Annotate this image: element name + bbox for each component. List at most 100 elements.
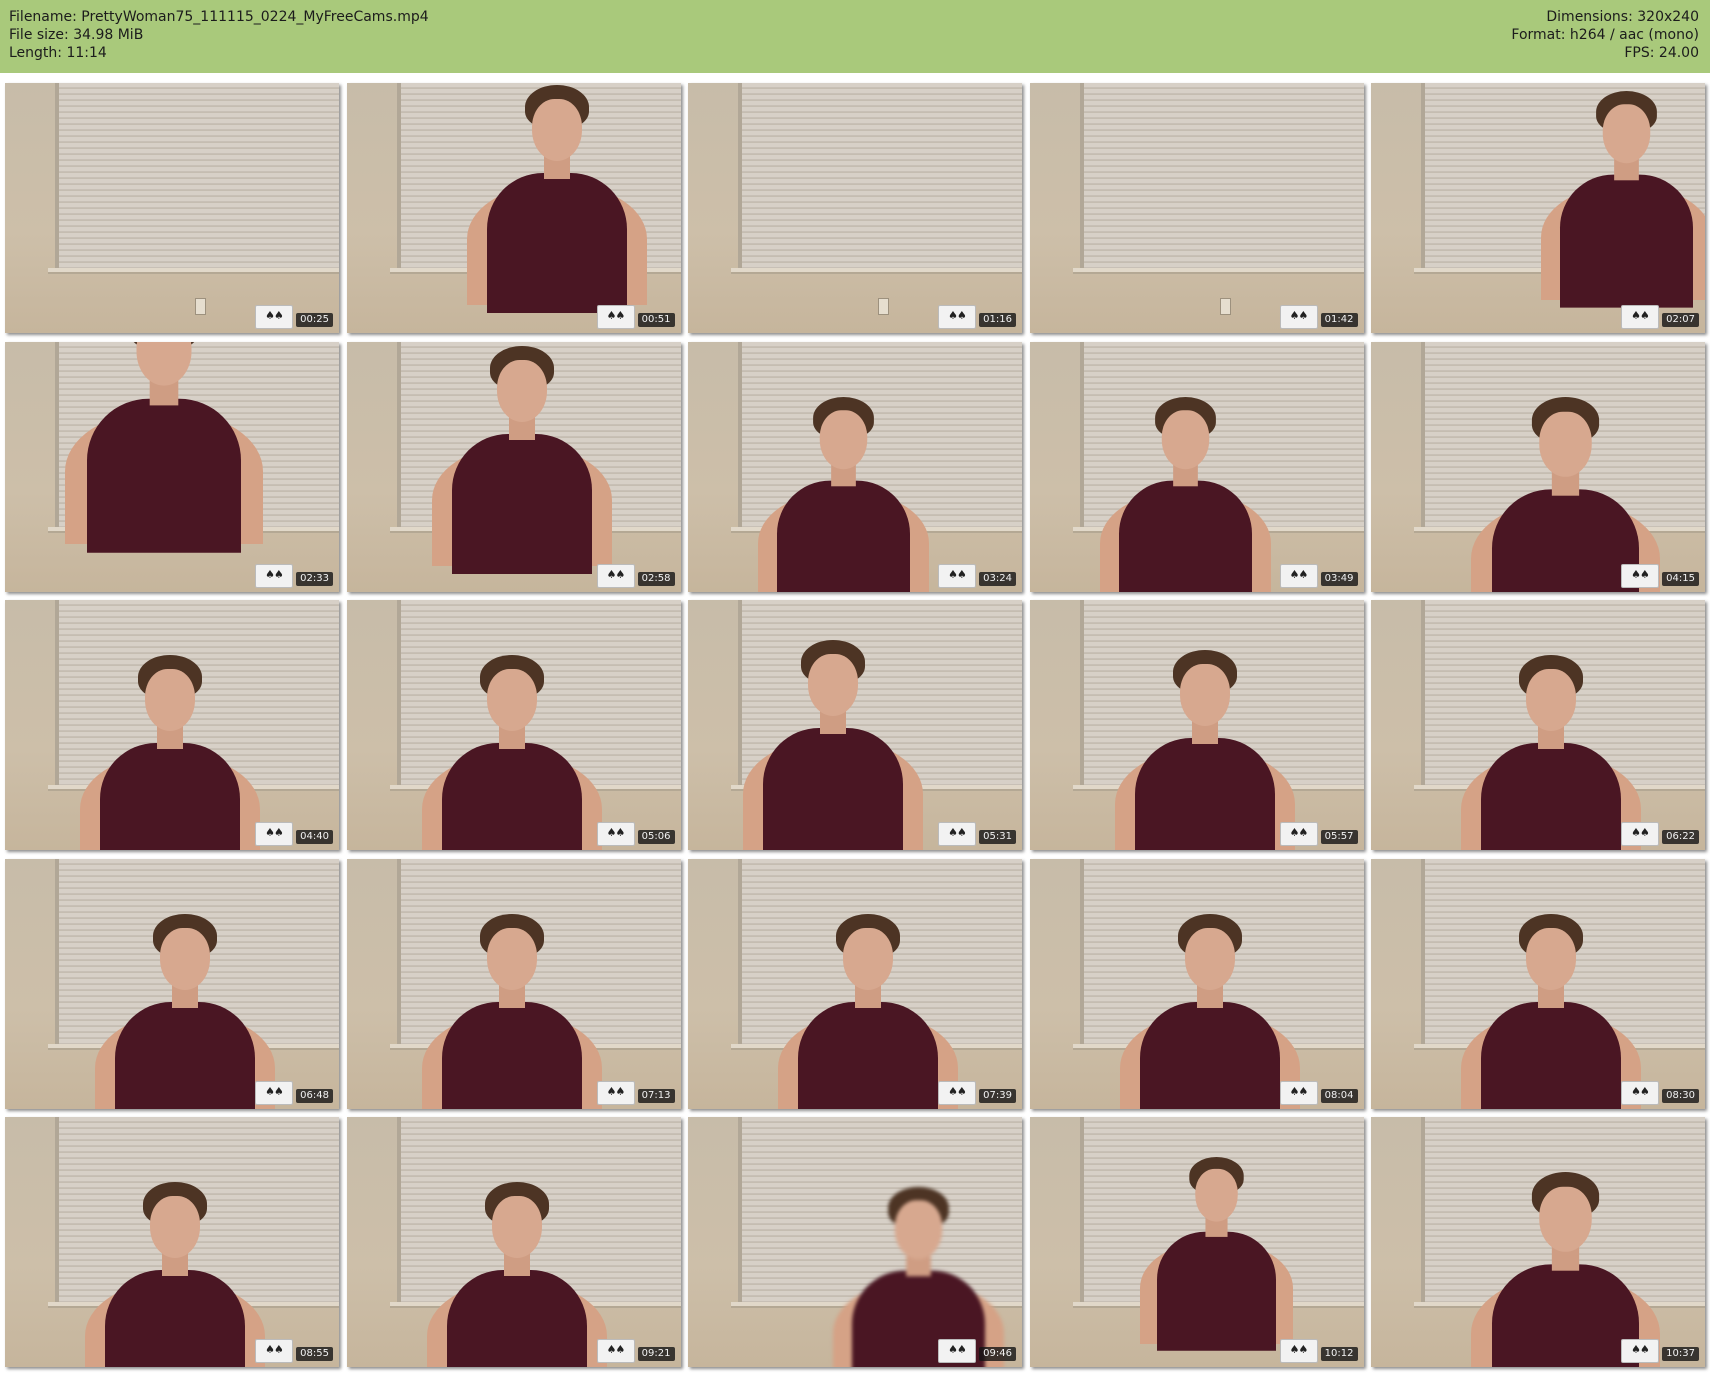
person-face — [136, 341, 192, 386]
video-thumbnail[interactable]: ♠♠ 04:15 — [1371, 341, 1705, 592]
person-dress — [1481, 1001, 1621, 1109]
person-dress — [87, 398, 241, 553]
timestamp-label: 05:57 — [1320, 830, 1358, 844]
video-thumbnail[interactable]: ♠♠ 10:37 — [1371, 1117, 1705, 1367]
cards-icon: ♠♠ — [596, 563, 635, 588]
wall-outlet — [1219, 298, 1231, 315]
video-thumbnail[interactable]: ♠♠ 10:12 — [1029, 1117, 1364, 1367]
timestamp-label: 04:40 — [296, 830, 333, 844]
video-thumbnail[interactable]: ♠♠ 00:25 — [5, 83, 339, 333]
person-figure — [421, 655, 602, 850]
video-thumbnail[interactable]: ♠♠ 08:04 — [1029, 858, 1364, 1109]
video-thumbnail[interactable]: ♠♠ 03:24 — [688, 341, 1022, 592]
person-dress — [100, 743, 240, 850]
person-face — [1161, 409, 1209, 469]
cards-icon: ♠♠ — [255, 822, 293, 846]
person-figure — [426, 1182, 607, 1367]
format-text: Format: h264 / aac (mono) — [1511, 27, 1699, 43]
person-face — [808, 654, 858, 716]
window-sill — [48, 268, 339, 272]
video-thumbnail[interactable]: ♠♠ 09:21 — [346, 1117, 681, 1367]
cards-icon: ♠♠ — [1621, 305, 1659, 329]
video-thumbnail[interactable]: ♠♠ 01:42 — [1029, 83, 1364, 333]
window-blinds — [1079, 83, 1364, 268]
timestamp-label: 10:12 — [1320, 1347, 1358, 1361]
file-info-right: Dimensions: 320x240 Format: h264 / aac (… — [1511, 8, 1699, 62]
video-thumbnail[interactable]: ♠♠ 00:51 — [346, 83, 681, 333]
person-figure — [1471, 1172, 1660, 1367]
person-figure — [1471, 396, 1660, 592]
cards-icon: ♠♠ — [938, 822, 976, 846]
person-face — [894, 1200, 943, 1260]
cards-icon: ♠♠ — [938, 1080, 976, 1105]
person-dress — [1156, 1231, 1276, 1351]
person-face — [1539, 1186, 1592, 1252]
person-dress — [1481, 743, 1621, 850]
timestamp-label: 02:07 — [1662, 313, 1699, 327]
video-thumbnail[interactable]: ♠♠ 04:40 — [5, 600, 339, 850]
person-face — [1179, 664, 1230, 726]
video-thumbnail[interactable]: ♠♠ 06:48 — [5, 858, 339, 1109]
timestamp-label: 02:58 — [637, 571, 675, 586]
window-blinds — [738, 83, 1022, 268]
timestamp-label: 04:15 — [1662, 571, 1699, 586]
person-figure — [1099, 396, 1271, 592]
cards-icon: ♠♠ — [1621, 822, 1659, 846]
timestamp-label: 05:06 — [637, 830, 675, 844]
timestamp-label: 07:13 — [637, 1088, 675, 1103]
video-thumbnail[interactable]: ♠♠ 05:31 — [688, 600, 1022, 850]
cards-icon: ♠♠ — [1279, 1080, 1318, 1105]
timestamp-label: 09:21 — [637, 1347, 675, 1361]
person-face — [486, 669, 537, 731]
timestamp-label: 07:39 — [979, 1088, 1016, 1103]
cards-icon: ♠♠ — [1279, 1339, 1318, 1363]
person-dress — [441, 743, 582, 850]
cards-icon: ♠♠ — [1621, 1080, 1659, 1105]
person-face — [160, 927, 210, 990]
video-thumbnail[interactable]: ♠♠ 05:57 — [1029, 600, 1364, 850]
person-face — [1194, 1168, 1238, 1222]
video-thumbnail[interactable]: ♠♠ 09:46 — [688, 1117, 1022, 1367]
video-thumbnail[interactable]: ♠♠ 07:39 — [688, 858, 1022, 1109]
cards-icon: ♠♠ — [255, 1339, 293, 1363]
person-face — [145, 669, 195, 731]
wall-outlet — [195, 298, 207, 315]
person-dress — [1118, 480, 1252, 592]
cards-icon: ♠♠ — [1279, 305, 1318, 329]
person-figure — [80, 655, 260, 850]
person-figure — [1541, 91, 1705, 329]
person-dress — [486, 173, 627, 313]
cards-icon: ♠♠ — [255, 305, 293, 329]
person-figure — [758, 396, 929, 592]
cards-icon: ♠♠ — [938, 563, 976, 588]
video-thumbnail[interactable]: ♠♠ 06:22 — [1371, 600, 1705, 850]
video-thumbnail[interactable]: ♠♠ 02:33 — [5, 341, 339, 592]
person-dress — [115, 1001, 255, 1109]
video-thumbnail[interactable]: ♠♠ 02:07 — [1371, 83, 1705, 333]
video-thumbnail[interactable]: ♠♠ 03:49 — [1029, 341, 1364, 592]
person-face — [496, 359, 547, 422]
video-thumbnail[interactable]: ♠♠ 08:30 — [1371, 858, 1705, 1109]
person-figure — [466, 85, 647, 333]
person-dress — [1492, 488, 1639, 592]
video-thumbnail[interactable]: ♠♠ 01:16 — [688, 83, 1022, 333]
person-dress — [441, 1001, 582, 1109]
video-thumbnail[interactable]: ♠♠ 02:58 — [346, 341, 681, 592]
timestamp-label: 01:16 — [979, 313, 1016, 327]
video-thumbnail[interactable]: ♠♠ 07:13 — [346, 858, 681, 1109]
person-face — [1526, 927, 1576, 990]
person-face — [1602, 104, 1651, 164]
thumbnail-grid: ♠♠ 00:25 ♠♠ 00:51 ♠♠ 01:16 ♠♠ 01:42 ♠♠ 02:07 ♠♠ 02:… — [5, 83, 1705, 1368]
person-face — [486, 927, 537, 990]
person-figure — [1114, 650, 1295, 850]
person-face — [843, 927, 893, 990]
video-thumbnail[interactable]: ♠♠ 08:55 — [5, 1117, 339, 1367]
person-figure — [1139, 1157, 1293, 1367]
cards-icon: ♠♠ — [1621, 1339, 1659, 1363]
person-dress — [1560, 174, 1693, 308]
person-face — [1526, 669, 1576, 731]
dimensions-text: Dimensions: 320x240 — [1546, 9, 1699, 25]
person-dress — [763, 728, 903, 850]
video-thumbnail[interactable]: ♠♠ 05:06 — [346, 600, 681, 850]
person-face — [1539, 411, 1592, 477]
